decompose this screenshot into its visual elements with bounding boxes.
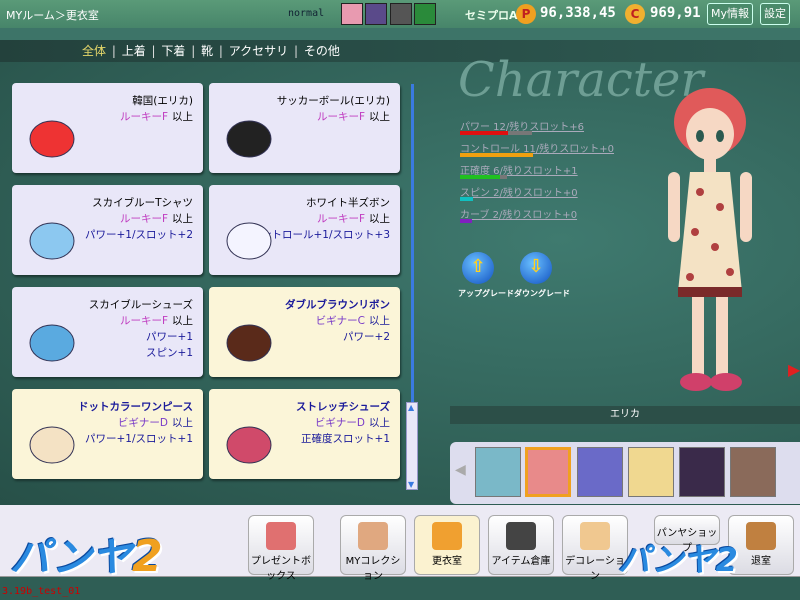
dressing-room-button[interactable]: 更衣室 <box>414 515 480 575</box>
item-name: ホワイト半ズボン <box>306 197 390 209</box>
rotate-right-icon[interactable]: ▶ <box>788 360 800 379</box>
downgrade-label: ダウングレード <box>514 289 570 298</box>
golf-club-icon <box>506 522 536 550</box>
item-name: スカイブルーTシャツ <box>92 197 193 209</box>
top-bar: MYルーム＞更衣室 normal セミプロA P 96,338,45 C 969… <box>0 0 800 28</box>
upgrade-label: アップグレード <box>458 289 514 298</box>
scroll-left-icon[interactable]: ◀ <box>455 462 466 478</box>
stat-bar <box>460 175 507 179</box>
item-card[interactable]: 韓国(エリカ) ルーキーF 以上 <box>12 83 203 173</box>
avatar-icon[interactable] <box>341 3 363 25</box>
present-box-button[interactable]: プレゼントボックス <box>248 515 314 582</box>
item-card[interactable]: スカイブルーシューズ ルーキーF 以上 パワー+1 スピン+1 <box>12 287 203 377</box>
tab-all[interactable]: 全体 <box>82 44 106 58</box>
door-icon <box>746 522 776 550</box>
stat-bar-fill <box>460 197 473 201</box>
character-name: エリカ <box>450 406 800 424</box>
scroll-thumb[interactable]: ▲ ▼ <box>406 402 418 490</box>
soccer-ball-icon <box>221 111 281 161</box>
item-name: ダブルブラウンリボン <box>285 299 390 311</box>
item-card[interactable]: サッカーボール(エリカ) ルーキーF 以上 <box>209 83 400 173</box>
character-portrait[interactable] <box>577 447 623 497</box>
dress-icon <box>24 417 84 467</box>
version-label: 3.19b_test_01 <box>2 586 81 597</box>
character-portrait[interactable] <box>628 447 674 497</box>
stat-bar-fill <box>460 175 500 179</box>
stat-bar <box>460 131 532 135</box>
cash-value: 969,91 <box>650 5 701 21</box>
scroll-up-icon[interactable]: ▲ <box>408 403 414 412</box>
point-icon: P <box>516 4 536 24</box>
tshirt-icon <box>24 213 84 263</box>
item-card[interactable]: ストレッチシューズ ビギナーD 以上 正確度スロット+1 <box>209 389 400 479</box>
character-selector: ◀ <box>450 442 800 504</box>
avatar-icon[interactable] <box>365 3 387 25</box>
tab-bottoms[interactable]: 下着 <box>161 44 185 58</box>
item-name: サッカーボール(エリカ) <box>276 95 390 107</box>
item-name: スカイブルーシューズ <box>88 299 193 311</box>
mode-label: normal <box>288 8 325 19</box>
main-area: 韓国(エリカ) ルーキーF 以上 サッカーボール(エリカ) ルーキーF 以上 スカイブルーT… <box>0 52 800 505</box>
my-info-button[interactable]: My情報 <box>707 3 754 25</box>
korea-flag-icon <box>24 111 84 161</box>
item-name: 韓国(エリカ) <box>132 95 193 107</box>
game-logo-overlay: パンヤ2 <box>618 541 738 579</box>
header-band <box>0 28 800 40</box>
scrollbar[interactable]: ▲ ▼ <box>406 84 418 490</box>
upgrade-button[interactable]: ⇧ <box>462 252 494 284</box>
character-portrait[interactable] <box>730 447 776 497</box>
stat-bar-fill <box>460 131 509 135</box>
item-name: ドットカラーワンピース <box>78 401 193 413</box>
scroll-track[interactable] <box>411 84 414 404</box>
pink-shoes-icon <box>221 417 281 467</box>
character-portrait[interactable] <box>475 447 521 497</box>
collection-icon <box>358 522 388 550</box>
tab-other[interactable]: その他 <box>304 44 340 58</box>
bottom-bar: パンヤ2 プレゼントボックス MYコレクション 更衣室 アイテム倉庫 デコレーシ… <box>0 505 800 582</box>
gift-icon <box>266 522 296 550</box>
tab-shoes[interactable]: 靴 <box>201 44 213 58</box>
tab-tops[interactable]: 上着 <box>122 44 146 58</box>
scroll-down-icon[interactable]: ▼ <box>408 480 414 489</box>
my-collection-button[interactable]: MYコレクション <box>340 515 406 582</box>
nickname: セミプロA <box>465 9 518 22</box>
item-name: ストレッチシューズ <box>296 401 390 413</box>
item-card[interactable]: ドットカラーワンピース ビギナーD 以上 パワー+1/スロット+1 <box>12 389 203 479</box>
item-icon[interactable] <box>390 3 412 25</box>
decoration-icon <box>580 522 610 550</box>
points-value: 96,338,45 <box>540 5 616 21</box>
stat-bar <box>460 197 473 201</box>
downgrade-button[interactable]: ⇩ <box>520 252 552 284</box>
stat-label: スピン 2/残りスロット+0 <box>460 188 578 199</box>
shorts-icon <box>221 213 281 263</box>
item-icon[interactable] <box>414 3 436 25</box>
item-card[interactable]: ダブルブラウンリボン ビギナーC 以上 パワー+2 <box>209 287 400 377</box>
breadcrumb: MYルーム＞更衣室 <box>6 9 99 22</box>
character-portrait[interactable] <box>679 447 725 497</box>
ribbon-icon <box>221 315 281 365</box>
stat-bar <box>460 219 472 223</box>
character-portrait-selected[interactable] <box>525 447 571 497</box>
character-model[interactable] <box>640 72 780 402</box>
game-logo: パンヤ2 <box>10 531 163 582</box>
cash-icon: C <box>625 4 645 24</box>
tab-accessories[interactable]: アクセサリ <box>229 44 288 58</box>
settings-button[interactable]: 設定 <box>760 3 790 25</box>
stat-bar-fill <box>460 153 533 157</box>
item-card[interactable]: ホワイト半ズボン ルーキーF 以上 コントロール+1/スロット+3 <box>209 185 400 275</box>
clothes-icon <box>432 522 462 550</box>
stat-label: カーブ 2/残りスロット+0 <box>460 210 578 221</box>
stat-bar <box>460 153 533 157</box>
item-card[interactable]: スカイブルーTシャツ ルーキーF 以上 パワー+1/スロット+2 <box>12 185 203 275</box>
stat-bar-fill <box>460 219 472 223</box>
shoes-icon <box>24 315 84 365</box>
item-storage-button[interactable]: アイテム倉庫 <box>488 515 554 575</box>
